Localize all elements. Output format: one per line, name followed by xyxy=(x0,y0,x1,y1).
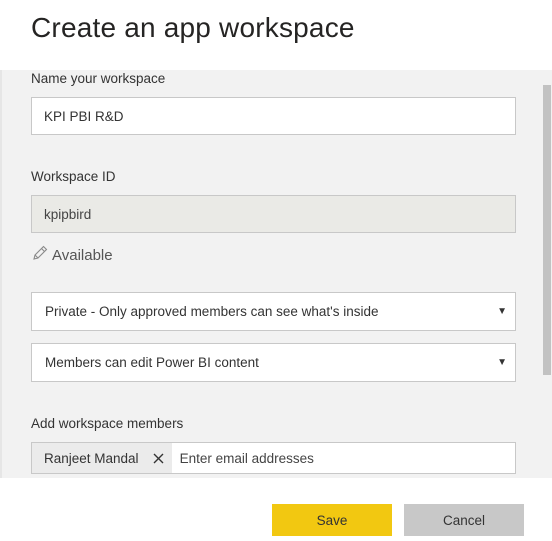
members-field[interactable]: Ranjeet Mandal xyxy=(31,442,516,474)
privacy-select[interactable]: Private - Only approved members can see … xyxy=(31,292,516,331)
member-chip: Ranjeet Mandal xyxy=(32,443,172,473)
availability-text: Available xyxy=(52,246,113,264)
member-email-input[interactable] xyxy=(171,444,515,472)
workspace-id-label: Workspace ID xyxy=(31,169,116,184)
dialog-title: Create an app workspace xyxy=(31,12,355,43)
members-label: Add workspace members xyxy=(31,416,184,431)
caret-down-icon: ▼ xyxy=(497,357,507,368)
workspace-name-label: Name your workspace xyxy=(31,71,166,86)
workspace-name-input[interactable] xyxy=(31,97,516,135)
form-panel: Name your workspace Workspace ID Availab… xyxy=(0,70,552,478)
permission-select[interactable]: Members can edit Power BI content ▼ xyxy=(31,343,516,382)
caret-down-icon: ▼ xyxy=(497,306,507,317)
save-button[interactable]: Save xyxy=(272,504,392,536)
scrollbar-thumb[interactable] xyxy=(543,85,551,375)
panel-edge xyxy=(0,70,2,478)
cancel-button[interactable]: Cancel xyxy=(404,504,524,536)
member-chip-name: Ranjeet Mandal xyxy=(44,450,139,466)
close-icon[interactable] xyxy=(153,453,164,464)
dialog-footer: Save Cancel xyxy=(0,478,552,541)
workspace-id-input[interactable] xyxy=(31,195,516,233)
pencil-icon xyxy=(31,244,52,266)
availability-status: Available xyxy=(31,244,113,266)
permission-select-value: Members can edit Power BI content xyxy=(45,355,259,370)
privacy-select-value: Private - Only approved members can see … xyxy=(45,304,379,319)
